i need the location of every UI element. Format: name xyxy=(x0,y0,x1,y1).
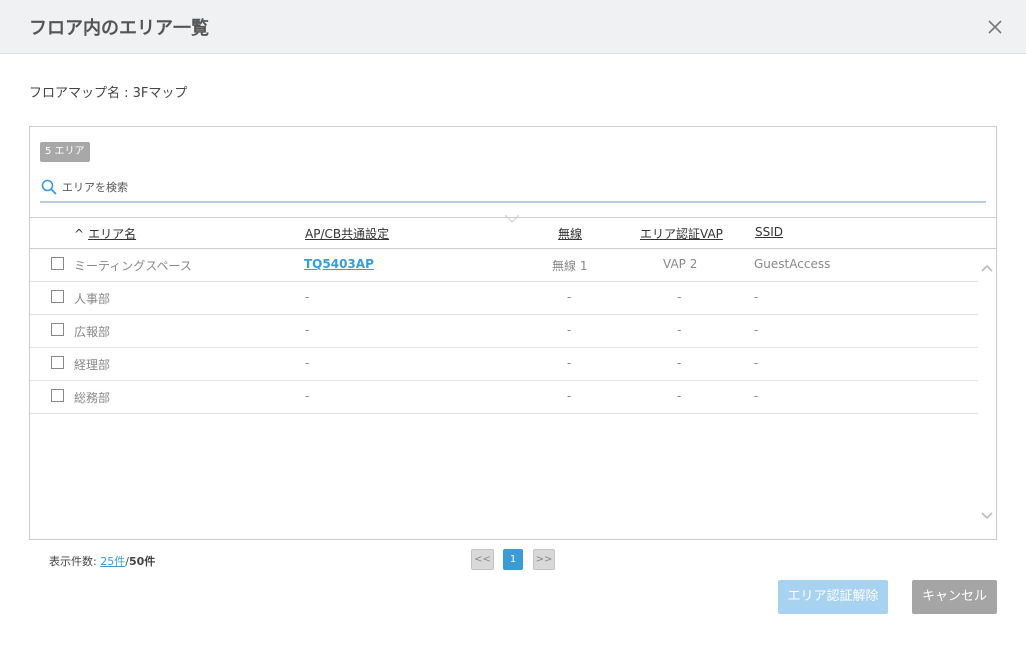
wireless-value: - xyxy=(567,356,572,370)
search-icon xyxy=(41,179,57,195)
ssid-value: - xyxy=(754,323,759,337)
current-page-button[interactable]: 1 xyxy=(503,549,523,570)
vap-value: - xyxy=(677,323,682,337)
table-row[interactable]: 人事部 - - - - xyxy=(30,282,978,315)
total-count: 50件 xyxy=(128,555,156,568)
area-name: 人事部 xyxy=(74,292,111,306)
ssid-value: - xyxy=(754,290,759,304)
column-header-area[interactable]: エリア名 xyxy=(74,225,136,242)
area-name: ミーティングスペース xyxy=(74,259,192,273)
apcb-value: - xyxy=(305,323,310,337)
vap-value: - xyxy=(677,389,682,403)
table-header: エリア名 AP/CB共通設定 無線 エリア認証VAP SSID xyxy=(30,217,996,249)
wireless-value: - xyxy=(567,290,572,304)
wireless-value: - xyxy=(567,323,572,337)
vap-value: VAP 2 xyxy=(663,257,698,271)
area-name: 広報部 xyxy=(74,325,111,339)
floor-map-name: フロアマップ名 : 3Fマップ xyxy=(29,86,188,101)
ssid-value: - xyxy=(754,356,759,370)
area-name: 経理部 xyxy=(74,358,111,372)
apcb-link[interactable]: TQ5403AP xyxy=(304,257,374,271)
wireless-value: - xyxy=(567,389,572,403)
search-input[interactable] xyxy=(62,176,962,198)
chevron-down-icon[interactable] xyxy=(980,510,994,522)
cancel-button[interactable]: キャンセル xyxy=(912,580,997,614)
display-count-label: 表示件数: xyxy=(49,555,97,568)
area-count-badge: 5 エリア xyxy=(40,142,90,162)
per-page-link[interactable]: 25件 xyxy=(100,555,125,568)
dialog-title: フロア内のエリア一覧 xyxy=(29,18,209,39)
area-list-panel: 5 エリア エリア名 AP/CB共通設定 無線 エリア認証VAP SSID ミー… xyxy=(29,126,997,540)
vap-value: - xyxy=(677,290,682,304)
column-header-wireless[interactable]: 無線 xyxy=(558,225,582,242)
ssid-value: GuestAccess xyxy=(754,257,831,271)
column-header-ssid[interactable]: SSID xyxy=(755,225,783,239)
apcb-value: - xyxy=(305,389,310,403)
row-checkbox[interactable] xyxy=(51,356,64,369)
apcb-value: - xyxy=(305,290,310,304)
wireless-value: 無線 1 xyxy=(552,259,588,273)
table-row[interactable]: 経理部 - - - - xyxy=(30,348,978,381)
row-checkbox[interactable] xyxy=(51,257,64,270)
row-checkbox[interactable] xyxy=(51,389,64,402)
display-count: 表示件数: 25件/50件 xyxy=(49,553,155,569)
column-header-vap[interactable]: エリア認証VAP xyxy=(640,225,723,242)
chevron-up-icon[interactable] xyxy=(980,262,994,274)
close-icon[interactable] xyxy=(986,18,1004,36)
next-page-button[interactable]: >> xyxy=(533,549,555,570)
row-checkbox[interactable] xyxy=(51,323,64,336)
row-checkbox[interactable] xyxy=(51,290,64,303)
table-body: ミーティングスペース TQ5403AP 無線 1 VAP 2 GuestAcce… xyxy=(30,249,978,414)
dialog-header: フロア内のエリア一覧 xyxy=(0,0,1026,54)
search-box xyxy=(40,176,986,203)
ssid-value: - xyxy=(754,389,759,403)
vap-value: - xyxy=(677,356,682,370)
table-row[interactable]: ミーティングスペース TQ5403AP 無線 1 VAP 2 GuestAcce… xyxy=(30,249,978,282)
table-row[interactable]: 広報部 - - - - xyxy=(30,315,978,348)
prev-page-button[interactable]: << xyxy=(471,549,494,570)
area-name: 総務部 xyxy=(74,391,111,405)
table-row[interactable]: 総務部 - - - - xyxy=(30,381,978,414)
column-header-apcb[interactable]: AP/CB共通設定 xyxy=(305,225,389,242)
release-area-auth-button[interactable]: エリア認証解除 xyxy=(778,580,888,614)
apcb-value: - xyxy=(305,356,310,370)
